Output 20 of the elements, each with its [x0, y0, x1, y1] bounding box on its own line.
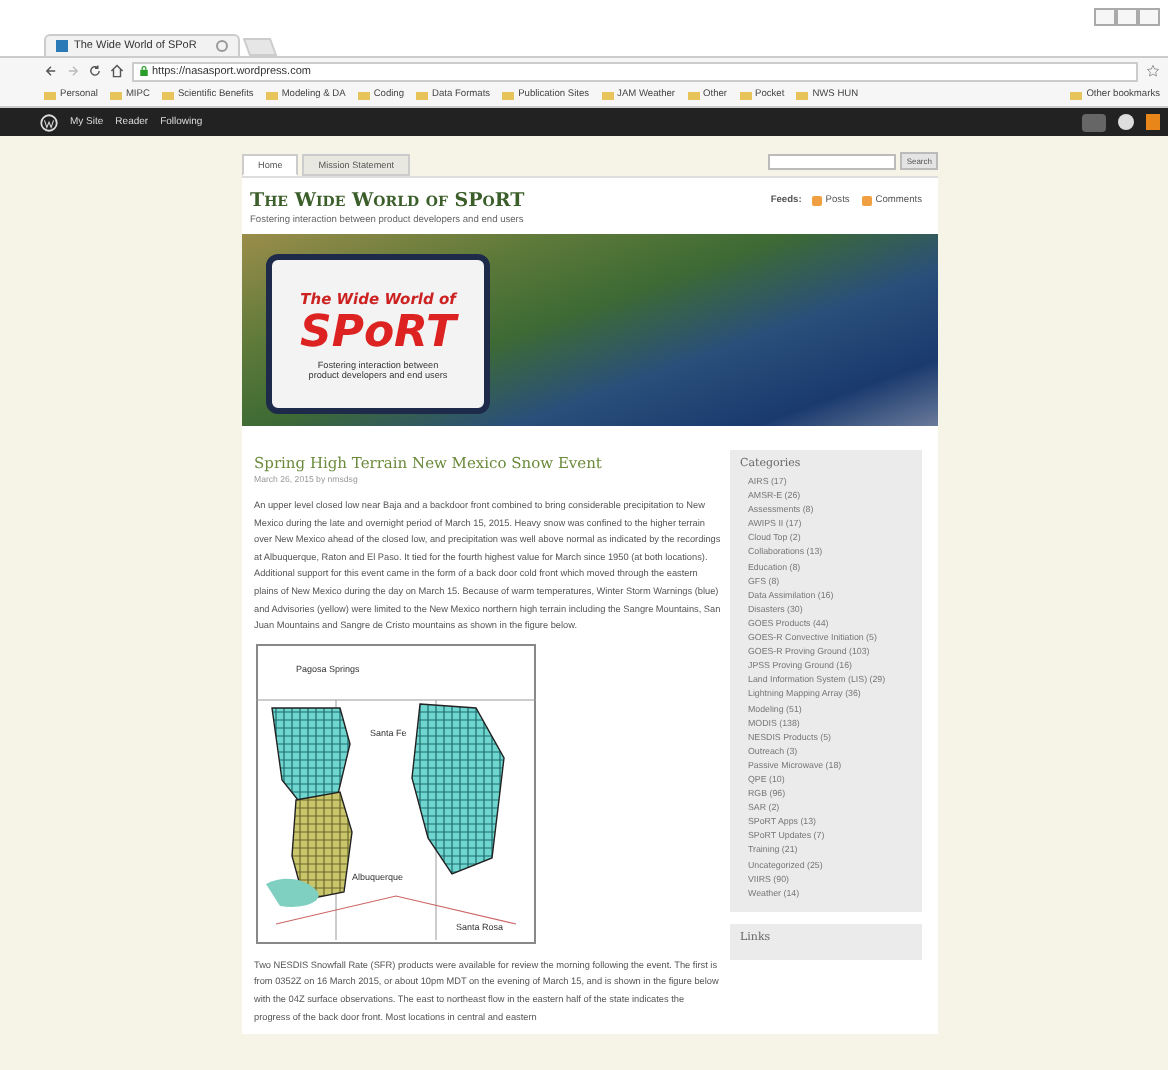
close-button[interactable]	[1138, 8, 1160, 26]
star-icon[interactable]	[1146, 64, 1160, 78]
new-tab-button[interactable]	[242, 38, 278, 56]
home-icon[interactable]	[110, 64, 124, 78]
logo-wordmark: SPoRT	[299, 311, 457, 355]
minimize-button[interactable]	[1094, 8, 1116, 26]
rss-icon	[861, 196, 872, 206]
write-post-button[interactable]	[1082, 113, 1106, 131]
back-icon[interactable]	[44, 64, 58, 78]
site-favicon	[56, 40, 68, 52]
close-icon[interactable]	[216, 40, 228, 52]
search-field[interactable]	[768, 154, 897, 170]
lock-icon	[140, 66, 148, 76]
maximize-button[interactable]	[1116, 8, 1138, 26]
avatar-icon[interactable]	[1118, 114, 1134, 130]
wordpress-logo-icon[interactable]	[40, 113, 58, 131]
reload-icon[interactable]	[88, 64, 102, 78]
rss-icon	[811, 196, 822, 206]
forward-icon[interactable]	[66, 64, 80, 78]
blog-title[interactable]: The Wide World of SPoRT	[250, 190, 525, 212]
